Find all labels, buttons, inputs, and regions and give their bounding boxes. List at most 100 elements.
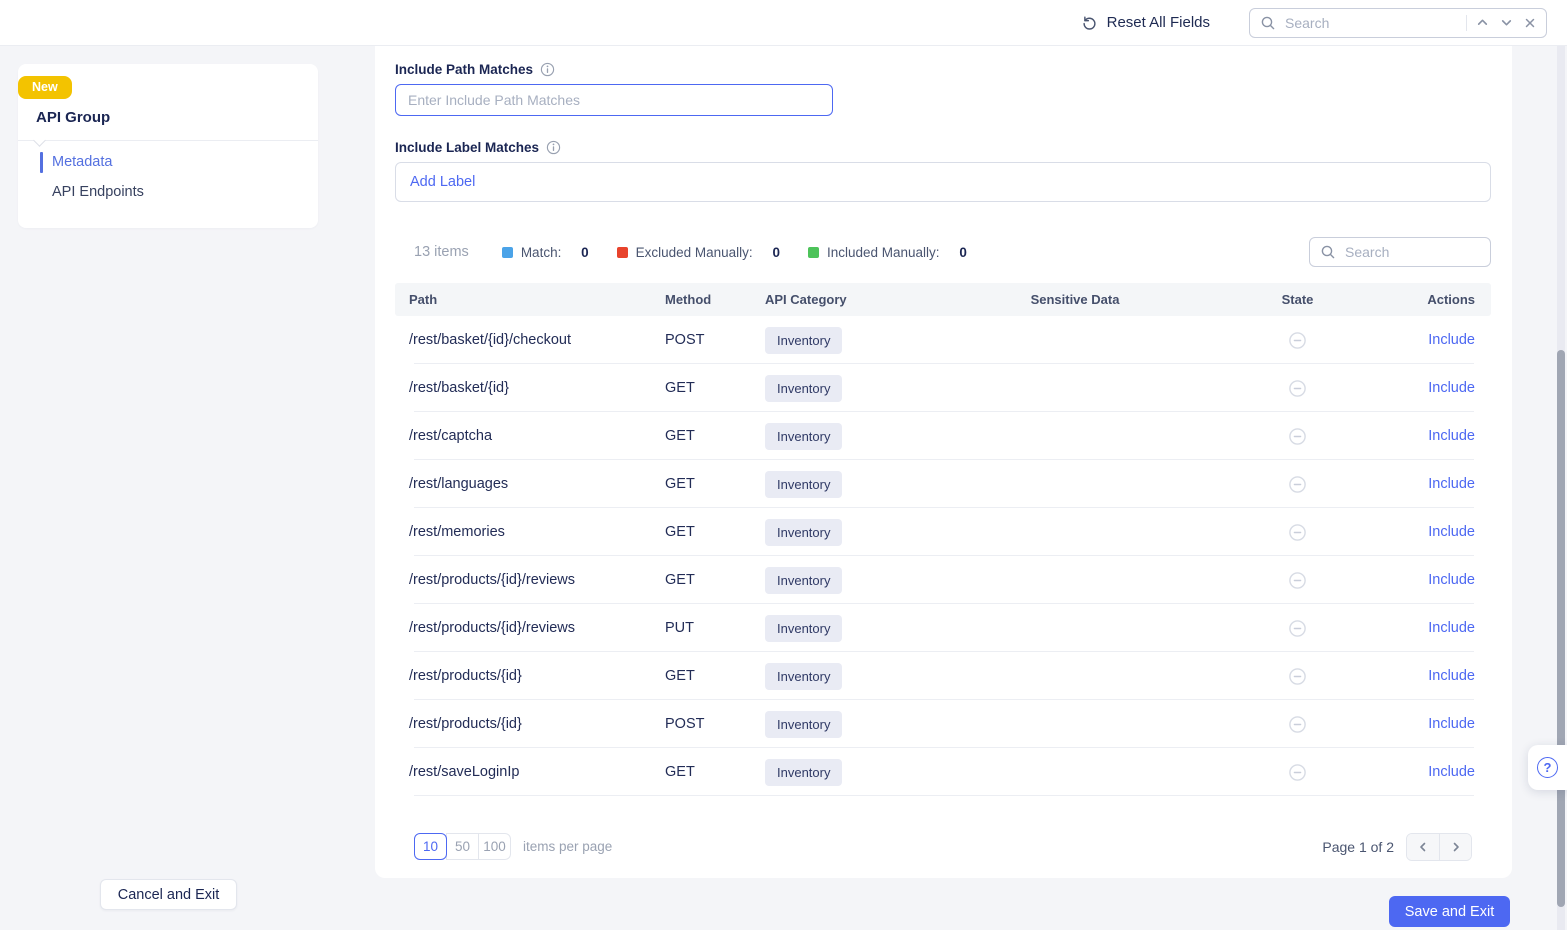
endpoint-method: GET (665, 476, 765, 492)
include-action-link[interactable]: Include (1428, 524, 1475, 540)
info-icon[interactable] (540, 62, 555, 77)
endpoint-method: PUT (665, 620, 765, 636)
topbar-search-input[interactable] (1283, 14, 1459, 32)
scrollbar-thumb[interactable] (1557, 350, 1565, 907)
include-action-link[interactable]: Include (1428, 620, 1475, 636)
endpoint-path: /rest/captcha (395, 428, 665, 444)
sidebar-item-metadata[interactable]: Metadata (52, 152, 112, 173)
state-neutral-icon (1289, 380, 1306, 397)
page-size-100-button[interactable]: 100 (478, 833, 511, 860)
endpoint-method: GET (665, 428, 765, 444)
legend-included-manually: Included Manually: 0 (808, 245, 967, 260)
endpoint-method: GET (665, 380, 765, 396)
main-panel: Include Path Matches Include Label Match… (375, 46, 1512, 878)
api-category-chip: Inventory (765, 567, 842, 594)
reset-all-fields-button[interactable]: Reset All Fields (1075, 13, 1216, 32)
chevron-up-icon (1476, 16, 1489, 29)
endpoint-method: GET (665, 668, 765, 684)
api-category-chip: Inventory (765, 759, 842, 786)
add-label-button[interactable]: Add Label (410, 174, 475, 190)
table-search-input[interactable] (1343, 243, 1480, 261)
table-row: /rest/memories GET Inventory Include (395, 508, 1491, 556)
column-header-sensitive-data: Sensitive Data (910, 292, 1240, 307)
endpoint-path: /rest/basket/{id}/checkout (395, 332, 665, 348)
api-category-chip: Inventory (765, 519, 842, 546)
search-icon (1320, 244, 1336, 260)
active-item-indicator (40, 152, 43, 173)
search-next-button[interactable] (1498, 14, 1515, 31)
state-neutral-icon (1289, 620, 1306, 637)
table-summary-row: 13 items Match: 0 Excluded Manually: 0 I… (395, 237, 1491, 267)
sidebar-title: API Group (36, 109, 110, 126)
page-size-selector: 10 50 100 (414, 833, 511, 860)
search-previous-button[interactable] (1474, 14, 1491, 31)
label-matches-field: Add Label (395, 162, 1491, 202)
endpoint-method: GET (665, 764, 765, 780)
sidebar-item-api-endpoints[interactable]: API Endpoints (52, 182, 144, 203)
table-row: /rest/captcha GET Inventory Include (395, 412, 1491, 460)
include-action-link[interactable]: Include (1428, 716, 1475, 732)
endpoint-method: GET (665, 524, 765, 540)
column-header-path: Path (395, 292, 665, 307)
api-category-chip: Inventory (765, 471, 842, 498)
api-category-chip: Inventory (765, 375, 842, 402)
excluded-color-swatch (617, 247, 628, 258)
table-row: /rest/saveLoginIp GET Inventory Include (395, 748, 1491, 796)
table-row: /rest/products/{id}/reviews GET Inventor… (395, 556, 1491, 604)
legend-match: Match: 0 (502, 245, 589, 260)
next-page-button[interactable] (1439, 834, 1471, 860)
previous-page-button[interactable] (1407, 834, 1439, 860)
endpoint-path: /rest/products/{id}/reviews (395, 572, 665, 588)
page-indicator: Page 1 of 2 (1322, 839, 1394, 855)
endpoint-method: POST (665, 332, 765, 348)
table-row: /rest/products/{id} GET Inventory Includ… (395, 652, 1491, 700)
endpoint-method: GET (665, 572, 765, 588)
info-icon[interactable] (546, 140, 561, 155)
include-action-link[interactable]: Include (1428, 668, 1475, 684)
state-neutral-icon (1289, 716, 1306, 733)
endpoint-path: /rest/basket/{id} (395, 380, 665, 396)
state-legend: Match: 0 Excluded Manually: 0 Included M… (502, 245, 967, 260)
state-neutral-icon (1289, 764, 1306, 781)
table-row: /rest/languages GET Inventory Include (395, 460, 1491, 508)
include-action-link[interactable]: Include (1428, 764, 1475, 780)
endpoint-method: POST (665, 716, 765, 732)
include-action-link[interactable]: Include (1428, 332, 1475, 348)
page-size-10-button[interactable]: 10 (414, 833, 447, 860)
table-row: /rest/basket/{id}/checkout POST Inventor… (395, 316, 1491, 364)
divider-notch (33, 134, 46, 147)
endpoint-path: /rest/languages (395, 476, 665, 492)
chevron-down-icon (1500, 16, 1513, 29)
include-path-matches-input[interactable] (395, 84, 833, 116)
cancel-and-exit-button[interactable]: Cancel and Exit (100, 879, 237, 910)
sidebar-divider (18, 140, 318, 141)
column-header-method: Method (665, 292, 765, 307)
api-category-chip: Inventory (765, 711, 842, 738)
topbar: Reset All Fields (0, 0, 1567, 46)
search-close-button[interactable] (1522, 15, 1538, 31)
table-body: /rest/basket/{id}/checkout POST Inventor… (395, 316, 1491, 796)
new-badge: New (18, 76, 72, 99)
column-header-api-category: API Category (765, 292, 910, 307)
state-neutral-icon (1289, 332, 1306, 349)
include-label-matches-label: Include Label Matches (395, 140, 539, 155)
column-header-actions: Actions (1355, 292, 1491, 307)
include-action-link[interactable]: Include (1428, 428, 1475, 444)
search-divider (1466, 15, 1467, 31)
save-and-exit-button[interactable]: Save and Exit (1389, 896, 1510, 927)
include-action-link[interactable]: Include (1428, 572, 1475, 588)
table-row: /rest/products/{id} POST Inventory Inclu… (395, 700, 1491, 748)
include-action-link[interactable]: Include (1428, 476, 1475, 492)
page-size-50-button[interactable]: 50 (446, 833, 479, 860)
include-action-link[interactable]: Include (1428, 380, 1475, 396)
api-category-chip: Inventory (765, 663, 842, 690)
api-category-chip: Inventory (765, 615, 842, 642)
sidebar-card: New API Group Metadata API Endpoints (18, 64, 318, 228)
help-widget[interactable]: ? (1528, 745, 1567, 790)
include-path-matches-label: Include Path Matches (395, 62, 533, 77)
chevron-left-icon (1417, 841, 1429, 853)
question-mark-icon: ? (1537, 757, 1558, 778)
included-color-swatch (808, 247, 819, 258)
endpoint-path: /rest/memories (395, 524, 665, 540)
pagination-row: 10 50 100 items per page Page 1 of 2 (395, 833, 1491, 860)
